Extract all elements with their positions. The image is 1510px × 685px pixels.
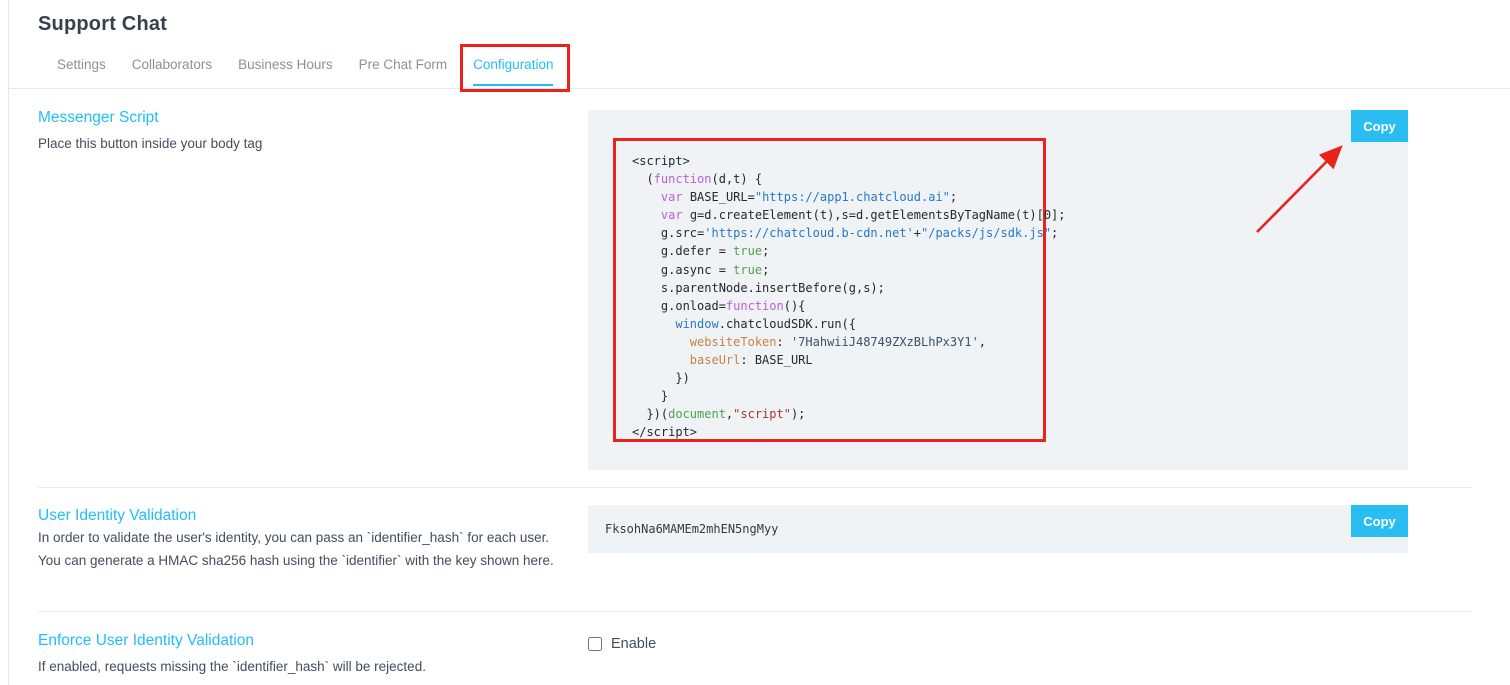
copy-script-button[interactable]: Copy — [1351, 110, 1408, 142]
annotation-rect-code: <script> (function(d,t) { var BASE_URL="… — [613, 138, 1066, 442]
support-chat-page: Support Chat Settings Collaborators Busine… — [0, 0, 1510, 685]
section-divider-1 — [38, 487, 1472, 488]
page-left-border — [8, 0, 9, 685]
tab-pre-chat-form[interactable]: Pre Chat Form — [359, 57, 448, 86]
tab-configuration[interactable]: Configuration — [473, 57, 554, 86]
enforce-enable-label[interactable]: Enable — [611, 636, 656, 652]
enforce-identity-heading: Enforce User Identity Validation — [38, 632, 254, 649]
enforce-enable-checkbox[interactable] — [588, 637, 602, 651]
user-identity-heading: User Identity Validation — [38, 507, 197, 524]
page-title: Support Chat — [38, 13, 168, 35]
messenger-script-heading: Messenger Script — [38, 109, 159, 126]
tab-bar: Settings Collaborators Business Hours Pre C… — [57, 57, 554, 86]
user-identity-description: In order to validate the user's identity… — [38, 530, 554, 568]
messenger-script-description: Place this button inside your body tag — [38, 136, 263, 151]
tab-business-hours[interactable]: Business Hours — [238, 57, 333, 86]
messenger-script-code: <script> (function(d,t) { var BASE_URL="… — [632, 154, 1066, 440]
copy-hash-button[interactable]: Copy — [1351, 505, 1408, 537]
enforce-identity-description: If enabled, requests missing the `identi… — [38, 659, 426, 674]
messenger-script-panel: Copy <script> (function(d,t) { var BASE_… — [588, 110, 1408, 470]
tab-settings[interactable]: Settings — [57, 57, 106, 86]
identity-hash-value: FksohNa6MAMEm2mhEN5ngMyy — [605, 522, 779, 536]
header-divider — [8, 88, 1510, 89]
enforce-enable-row: Enable — [588, 636, 656, 652]
identity-hash-panel: FksohNa6MAMEm2mhEN5ngMyy Copy — [588, 505, 1408, 553]
tab-collaborators[interactable]: Collaborators — [132, 57, 212, 86]
section-divider-2 — [38, 611, 1472, 612]
